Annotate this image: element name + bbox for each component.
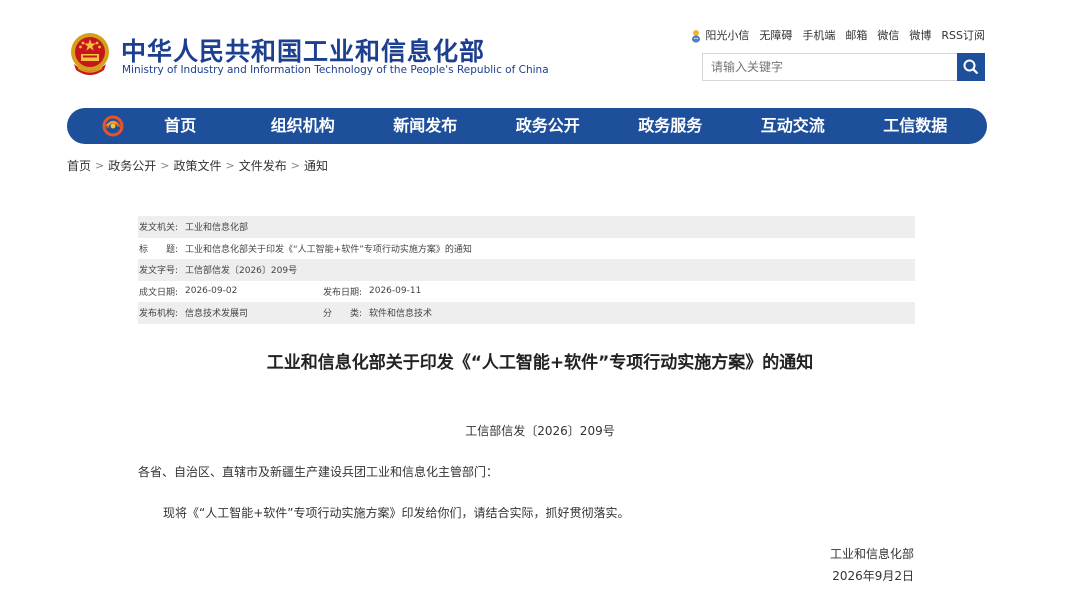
nav-item-news[interactable]: 新闻发布 <box>364 108 487 144</box>
meta-label: 发布机构: <box>139 309 179 320</box>
nav-item-public-affairs[interactable]: 政务公开 <box>487 108 610 144</box>
meta-value-created-date: 2026-09-02 <box>185 286 238 297</box>
meta-row-title: 标 题: 工业和信息化部关于印发《“人工智能+软件”专项行动实施方案》的通知 <box>138 238 915 260</box>
meta-label: 发文字号: <box>139 266 179 277</box>
meta-label: 成文日期: <box>139 287 179 298</box>
breadcrumb-file-release[interactable]: 文件发布 <box>239 157 287 174</box>
nav-item-interaction[interactable]: 互动交流 <box>732 108 855 144</box>
article-body-paragraph: 现将《“人工智能+软件”专项行动实施方案》印发给你们，请结合实际，抓好贯彻落实。 <box>163 506 630 520</box>
top-link-wechat[interactable]: 微信 <box>877 27 899 43</box>
meta-created-cell: 成文日期: 2026-09-02 <box>138 285 322 298</box>
breadcrumb-notice[interactable]: 通知 <box>304 157 328 174</box>
meta-value-category: 软件和信息技术 <box>369 309 433 320</box>
meta-value-title: 工业和信息化部关于印发《“人工智能+软件”专项行动实施方案》的通知 <box>185 244 472 255</box>
nav-items: 首页 组织机构 新闻发布 政务公开 政务服务 互动交流 工信数据 <box>119 108 977 144</box>
search-input[interactable] <box>703 54 957 80</box>
top-links: 阳光小信 无障碍 手机端 邮箱 微信 微博 RSS订阅 <box>690 27 985 43</box>
breadcrumb-separator: > <box>160 159 170 172</box>
top-link-accessibility[interactable]: 无障碍 <box>759 27 792 43</box>
meta-row-issuer: 发文机关: 工业和信息化部 <box>138 216 915 238</box>
meta-value-org: 信息技术发展司 <box>185 309 249 320</box>
nav-item-organization[interactable]: 组织机构 <box>242 108 365 144</box>
top-link-rss[interactable]: RSS订阅 <box>941 27 985 43</box>
breadcrumb-separator: > <box>290 159 300 172</box>
breadcrumb-public-affairs[interactable]: 政务公开 <box>108 157 156 174</box>
meta-org-cell: 发布机构: 信息技术发展司 <box>138 306 322 319</box>
meta-category-cell: 分 类: 软件和信息技术 <box>322 306 506 319</box>
meta-published-cell: 发布日期: 2026-09-11 <box>322 285 506 298</box>
nav-item-data[interactable]: 工信数据 <box>854 108 977 144</box>
search-box <box>702 53 985 81</box>
breadcrumb-home[interactable]: 首页 <box>67 157 91 174</box>
nav-item-home[interactable]: 首页 <box>119 108 242 144</box>
top-link-mail[interactable]: 邮箱 <box>845 27 867 43</box>
breadcrumb-policy-files[interactable]: 政策文件 <box>173 157 221 174</box>
meta-value-doc-number: 工信部信发〔2026〕209号 <box>185 266 298 277</box>
article-title: 工业和信息化部关于印发《“人工智能+软件”专项行动实施方案》的通知 <box>266 353 814 373</box>
site-title[interactable]: 中华人民共和国工业和信息化部 <box>121 32 485 68</box>
meta-value-published-date: 2026-09-11 <box>369 286 422 297</box>
top-link-mobile[interactable]: 手机端 <box>802 27 835 43</box>
article-signer: 工业和信息化部 <box>829 547 914 561</box>
site-subtitle-english: Ministry of Industry and Information Tec… <box>122 64 549 76</box>
top-link-label: 阳光小信 <box>705 29 750 42</box>
nav-item-services[interactable]: 政务服务 <box>609 108 732 144</box>
article-sign-date: 2026年9月2日 <box>832 569 914 583</box>
top-link-sunshine[interactable]: 阳光小信 <box>690 27 749 43</box>
article-salutation: 各省、自治区、直辖市及新疆生产建设兵团工业和信息化主管部门： <box>138 465 499 479</box>
search-icon <box>963 59 979 75</box>
meta-row-org-category: 发布机构: 信息技术发展司 分 类: 软件和信息技术 <box>138 302 915 324</box>
national-emblem-logo <box>68 30 112 78</box>
meta-row-dates: 成文日期: 2026-09-02 发布日期: 2026-09-11 <box>138 281 915 303</box>
meta-value-issuer: 工业和信息化部 <box>185 223 249 234</box>
meta-label: 发布日期: <box>323 287 363 298</box>
main-nav-bar: 首页 组织机构 新闻发布 政务公开 政务服务 互动交流 工信数据 <box>67 108 987 144</box>
meta-label: 发文机关: <box>139 223 179 234</box>
search-button[interactable] <box>957 53 985 81</box>
article-doc-number: 工信部信发〔2026〕209号 <box>465 424 615 438</box>
meta-row-doc-number: 发文字号: 工信部信发〔2026〕209号 <box>138 259 915 281</box>
meta-label: 分 类: <box>323 309 363 320</box>
top-link-weibo[interactable]: 微博 <box>909 27 931 43</box>
document-meta-table: 发文机关: 工业和信息化部 标 题: 工业和信息化部关于印发《“人工智能+软件”… <box>138 216 915 324</box>
sunshine-mascot-icon <box>690 29 702 43</box>
breadcrumb-separator: > <box>95 159 105 172</box>
meta-label: 标 题: <box>139 244 179 255</box>
breadcrumb-separator: > <box>225 159 235 172</box>
breadcrumb: 首页 > 政务公开 > 政策文件 > 文件发布 > 通知 <box>67 157 328 174</box>
